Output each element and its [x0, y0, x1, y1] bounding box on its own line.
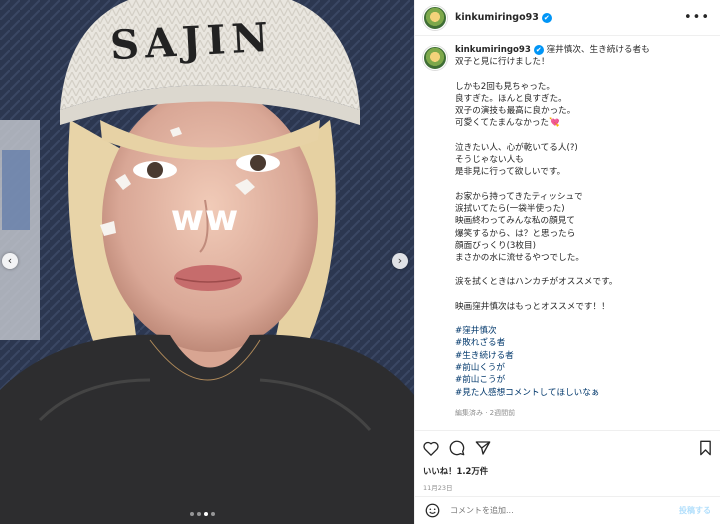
- post-header: kinkumiringo93 ✔ •••: [415, 0, 720, 36]
- caption-line: 良すぎた。ほんと良すぎた。: [455, 93, 567, 104]
- caption-text: kinkumiringo93 ✔ 窪井慎次、生き続ける者も 双子と見に行けました！…: [455, 44, 711, 419]
- action-bar: いいね！1.2万件 11月23日: [415, 430, 720, 492]
- comment-input[interactable]: [450, 506, 679, 515]
- carousel-next-button[interactable]: ›: [392, 253, 408, 269]
- verified-badge-icon: ✔: [533, 44, 544, 55]
- beanie-lettering: SAJIN: [108, 13, 276, 70]
- avatar[interactable]: [423, 5, 447, 30]
- like-count[interactable]: いいね！1.2万件: [423, 465, 713, 477]
- verified-badge-icon: ✔: [541, 12, 552, 23]
- photo-overlay-text: ww: [170, 198, 240, 239]
- caption-line: 双子と見に行けました！: [455, 57, 550, 68]
- send-icon[interactable]: [475, 440, 491, 456]
- caption-line: 涙拭いてたら(一袋半使った): [455, 203, 565, 214]
- action-icons: [423, 437, 713, 459]
- caption-line: 映画窪井慎次はもっとオススメです！！: [455, 301, 610, 312]
- caption-line: 爆笑するから、は？と思ったら: [455, 228, 576, 239]
- caption-line: 顔面びっくり(3枚目): [455, 240, 536, 251]
- caption-row: kinkumiringo93 ✔ 窪井慎次、生き続ける者も 双子と見に行けました！…: [423, 44, 711, 419]
- more-horizontal-icon[interactable]: •••: [684, 10, 710, 25]
- caption-avatar[interactable]: [423, 46, 447, 70]
- caption-line: 可愛くてたまんなかった💘: [455, 118, 560, 129]
- hashtag-link[interactable]: #敗れざる者: [455, 337, 711, 349]
- post-comment-button[interactable]: 投稿する: [679, 505, 711, 516]
- hashtag-link[interactable]: #生き続ける者: [455, 350, 711, 362]
- carousel-dot: [204, 512, 208, 516]
- post-photo[interactable]: SAJIN ww ‹ ›: [0, 0, 414, 524]
- carousel-dot: [197, 512, 201, 516]
- hashtag-list: #窪井慎次 #敗れざる者 #生き続ける者 #前山くうが #前山こうが #見た人感想コメント…: [455, 325, 711, 399]
- hashtag-link[interactable]: #見た人感想コメントしてほしいなぁ: [455, 387, 711, 399]
- carousel-prev-button[interactable]: ‹: [2, 253, 18, 269]
- post-detail-panel: kinkumiringo93 ✔ ••• kinkumiringo93 ✔ 窪井慎…: [414, 0, 720, 524]
- comment-bar: 投稿する: [415, 496, 720, 524]
- caption-line: 涙を拭くときはハンカチがオススメです。: [455, 277, 618, 288]
- caption-line: 泣きたい人、心が乾いてる人(?): [455, 142, 578, 153]
- caption-first-line: kinkumiringo93 ✔ 窪井慎次、生き続ける者も: [455, 44, 711, 56]
- carousel-dot: [211, 512, 215, 516]
- username-link[interactable]: kinkumiringo93: [455, 12, 539, 23]
- caption-line: しかも2回も見ちゃった。: [455, 81, 555, 92]
- caption-line: 映画終わってみんな私の顔見て: [455, 216, 575, 227]
- comment-icon[interactable]: [449, 440, 465, 456]
- hashtag-link[interactable]: #窪井慎次: [455, 325, 711, 337]
- caption-title: 窪井慎次、生き続ける者も: [546, 45, 650, 55]
- carousel-indicator: [190, 512, 215, 516]
- post-date[interactable]: 11月23日: [423, 482, 713, 492]
- caption-line: 是非見に行って欲しいです。: [455, 167, 566, 178]
- caption-line: お家から持ってきたティッシュで: [455, 191, 583, 202]
- heart-icon[interactable]: [423, 441, 439, 456]
- caption-line: 双子の演技も最高に良かった。: [455, 106, 576, 117]
- caption-line: まさかの水に流せるやつでした。: [455, 253, 584, 264]
- smiley-icon[interactable]: [425, 503, 440, 518]
- caption-area: kinkumiringo93 ✔ 窪井慎次、生き続ける者も 双子と見に行けました！…: [415, 38, 720, 430]
- carousel-dot: [190, 512, 194, 516]
- caption-username[interactable]: kinkumiringo93: [455, 45, 531, 55]
- bookmark-icon[interactable]: [698, 440, 713, 456]
- caption-body: 双子と見に行けました！ しかも2回も見ちゃった。 良すぎた。ほんと良すぎた。 双子の演…: [455, 56, 711, 325]
- hashtag-link[interactable]: #前山くうが: [455, 362, 711, 374]
- post-image: [0, 0, 414, 524]
- caption-line: そうじゃない人も: [455, 155, 524, 166]
- hashtag-link[interactable]: #前山こうが: [455, 374, 711, 386]
- caption-meta: 編集済み · 2週間前: [455, 408, 516, 417]
